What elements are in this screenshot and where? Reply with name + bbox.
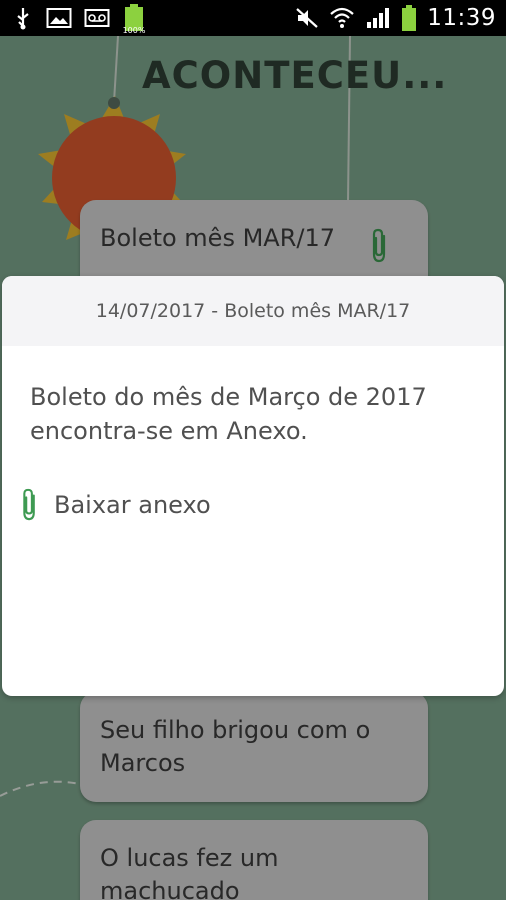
status-bar: 100% 11:39 — [0, 0, 506, 36]
battery-charging-indicator: 100% — [122, 3, 146, 35]
usb-icon — [17, 8, 29, 30]
dialog-title: 14/07/2017 - Boleto mês MAR/17 — [95, 300, 411, 322]
image-icon — [46, 8, 72, 28]
battery-icon — [402, 5, 417, 31]
mute-icon — [296, 8, 318, 28]
wifi-icon — [330, 7, 354, 28]
dialog-message: Boleto do mês de Março de 2017 encontra-… — [30, 383, 427, 445]
download-attachment-button[interactable]: Baixar anexo — [20, 488, 211, 522]
download-attachment-label: Baixar anexo — [54, 491, 211, 519]
signal-icon — [367, 8, 390, 28]
message-dialog: 14/07/2017 - Boleto mês MAR/17 Boleto do… — [2, 276, 504, 696]
clock: 11:39 — [427, 5, 496, 31]
paperclip-icon — [23, 488, 35, 521]
dialog-header: 14/07/2017 - Boleto mês MAR/17 — [2, 276, 504, 346]
voicemail-icon — [84, 9, 110, 27]
battery-percent-text: 100% — [122, 26, 146, 35]
